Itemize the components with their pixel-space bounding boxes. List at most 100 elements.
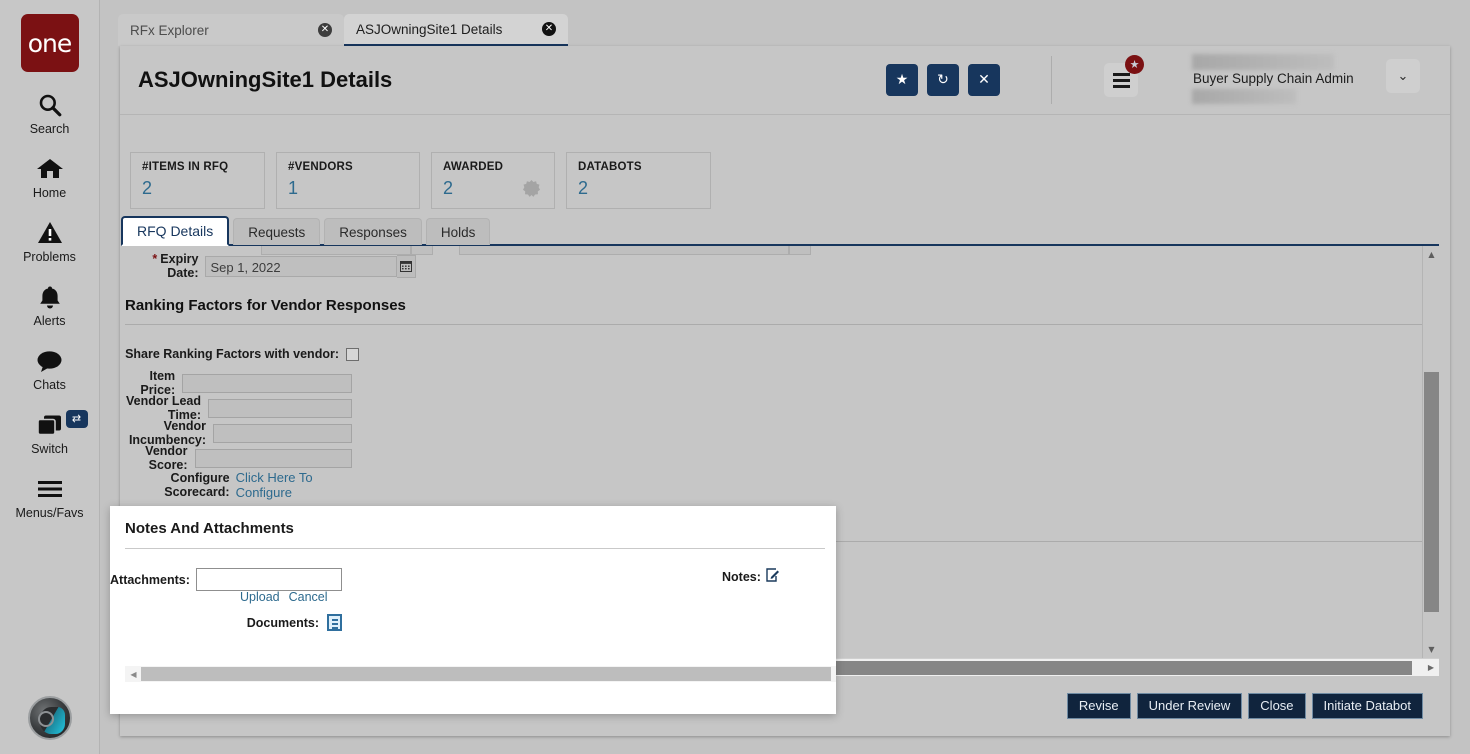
expiry-required-marker: * Expiry Date: xyxy=(152,252,199,280)
ai-head-avatar-icon[interactable] xyxy=(28,696,72,740)
tab-holds[interactable]: Holds xyxy=(425,218,491,245)
sidebar-item-label: Chats xyxy=(33,378,66,392)
global-sidebar: one Search Home Problems Alerts Chats ⇄ … xyxy=(0,0,100,754)
notes-row: Notes: xyxy=(722,568,780,586)
button-label: Revise xyxy=(1078,698,1119,713)
kpi-card-items-in-rfq[interactable]: #ITEMS IN RFQ 2 xyxy=(130,152,265,209)
star-badge-glyph: ★ xyxy=(1129,58,1140,71)
kpi-value: 2 xyxy=(142,178,153,198)
configure-scorecard-row: Configure Scorecard: Click Here To Confi… xyxy=(121,470,352,500)
close-rfq-button[interactable]: Close xyxy=(1248,692,1306,719)
kpi-label: #VENDORS xyxy=(288,161,353,173)
vendor-lead-time-row: Vendor Lead Time: xyxy=(121,394,352,422)
sidebar-item-menus-favs[interactable]: Menus/Favs xyxy=(0,474,100,520)
tab-responses[interactable]: Responses xyxy=(324,218,422,245)
sidebar-item-label: Problems xyxy=(23,250,76,264)
vendor-incumbency-row: Vendor Incumbency: xyxy=(121,419,352,447)
user-profile-box[interactable]: Buyer Supply Chain Admin ⌄ xyxy=(1186,54,1420,106)
content-tabs: RFQ Details Requests Responses Holds xyxy=(121,216,494,246)
documents-label: Documents: xyxy=(246,615,319,630)
clipped-field-top-2[interactable] xyxy=(459,246,789,255)
initiate-databot-button[interactable]: Initiate Databot xyxy=(1311,692,1423,719)
sidebar-item-switch[interactable]: ⇄ Switch xyxy=(0,410,100,456)
vendor-score-row: Vendor Score: xyxy=(121,444,352,472)
search-icon xyxy=(37,90,63,120)
brand-logo[interactable]: one xyxy=(20,14,79,72)
share-ranking-factors-label: Share Ranking Factors with vendor: xyxy=(125,347,339,361)
sidebar-item-problems[interactable]: Problems xyxy=(0,218,100,264)
close-circle-icon[interactable]: ✕ xyxy=(318,23,332,37)
configure-scorecard-link[interactable]: Click Here To Configure xyxy=(236,470,352,500)
vendor-score-input[interactable] xyxy=(194,448,352,468)
home-icon xyxy=(36,154,64,184)
redacted-bar xyxy=(1192,54,1334,70)
sidebar-item-home[interactable]: Home xyxy=(0,154,100,200)
user-menu-caret-button[interactable]: ⌄ xyxy=(1386,59,1420,93)
tab-label: Requests xyxy=(248,224,306,240)
browser-tab-rfx-explorer[interactable]: RFx Explorer ✕ xyxy=(118,14,344,46)
chat-bubble-icon xyxy=(36,346,63,376)
close-circle-icon[interactable]: ✕ xyxy=(542,22,556,36)
vertical-scrollbar[interactable]: ▲ ▼ xyxy=(1422,246,1439,658)
expiry-date-row: * Expiry Date: Sep 1, 2022 xyxy=(121,252,416,280)
kpi-value: 1 xyxy=(288,178,299,198)
notes-panel-title: Notes And Attachments xyxy=(125,520,294,537)
kpi-value: 2 xyxy=(578,178,589,198)
refresh-button[interactable]: ↻ xyxy=(927,64,959,96)
clipped-field-button-2[interactable] xyxy=(789,246,811,255)
chevron-down-icon: ⌄ xyxy=(1397,68,1409,84)
hamburger-line xyxy=(1112,72,1130,76)
notes-label: Notes: xyxy=(722,570,761,584)
revise-button[interactable]: Revise xyxy=(1066,692,1131,719)
kpi-card-databots[interactable]: DATABOTS 2 xyxy=(566,152,711,209)
scroll-right-arrow-icon[interactable]: ▶ xyxy=(1424,659,1438,676)
edit-pencil-icon[interactable] xyxy=(766,568,780,586)
tab-requests[interactable]: Requests xyxy=(233,218,321,245)
browser-tab-asjowningsite1-details[interactable]: ASJOwningSite1 Details ✕ xyxy=(344,14,568,47)
notes-and-attachments-panel: Notes And Attachments Attachments: Uploa… xyxy=(110,506,836,714)
favorite-button[interactable]: ★ xyxy=(886,64,918,96)
vendor-incumbency-input[interactable] xyxy=(213,423,352,443)
browser-tab-label: RFx Explorer xyxy=(130,22,209,38)
ai-head-ring xyxy=(38,711,54,727)
cancel-link[interactable]: Cancel xyxy=(289,590,328,604)
sidebar-item-search[interactable]: Search xyxy=(0,90,100,136)
app-root: one Search Home Problems Alerts Chats ⇄ … xyxy=(0,0,1470,754)
share-ranking-factors-checkbox[interactable] xyxy=(346,347,359,361)
calendar-icon[interactable] xyxy=(396,254,416,278)
item-price-input[interactable] xyxy=(182,373,352,393)
notes-panel-scrollbar-thumb[interactable] xyxy=(141,667,831,681)
close-x-icon: ✕ xyxy=(978,72,990,88)
header-divider xyxy=(1051,56,1052,104)
scroll-left-arrow-icon[interactable]: ◀ xyxy=(127,666,140,682)
vendor-incumbency-label: Vendor Incumbency: xyxy=(128,419,207,447)
close-button[interactable]: ✕ xyxy=(968,64,1000,96)
page-title: ASJOwningSite1 Details xyxy=(138,67,393,92)
vendor-lead-time-input[interactable] xyxy=(208,398,352,418)
sidebar-item-label: Switch xyxy=(31,442,68,456)
scroll-up-arrow-icon[interactable]: ▲ xyxy=(1423,246,1439,263)
vendor-score-label: Vendor Score: xyxy=(145,444,188,472)
expiry-date-input[interactable]: Sep 1, 2022 xyxy=(204,255,397,277)
document-file-icon[interactable] xyxy=(327,614,342,631)
kpi-card-awarded[interactable]: AWARDED 2 xyxy=(431,152,555,209)
vertical-scrollbar-thumb[interactable] xyxy=(1424,372,1439,612)
redacted-bar xyxy=(1192,89,1296,104)
attachments-input[interactable] xyxy=(195,568,342,591)
under-review-button[interactable]: Under Review xyxy=(1136,692,1243,719)
upload-link[interactable]: Upload xyxy=(240,590,280,604)
scroll-down-arrow-icon[interactable]: ▼ xyxy=(1423,641,1439,658)
sidebar-item-label: Search xyxy=(29,122,70,136)
browser-tab-label: ASJOwningSite1 Details xyxy=(356,21,503,37)
kpi-card-vendors[interactable]: #VENDORS 1 xyxy=(276,152,420,209)
sidebar-item-label: Menus/Favs xyxy=(15,506,84,520)
hamburger-icon xyxy=(36,474,64,504)
sidebar-item-chats[interactable]: Chats xyxy=(0,346,100,392)
sidebar-item-alerts[interactable]: Alerts xyxy=(0,282,100,328)
windows-stack-icon xyxy=(36,410,64,440)
swap-arrows-icon[interactable]: ⇄ xyxy=(65,410,88,428)
tab-strip: RFx Explorer ✕ ASJOwningSite1 Details ✕ xyxy=(100,0,1470,47)
notes-panel-horizontal-scrollbar[interactable]: ◀ xyxy=(125,666,836,682)
page-header: ASJOwningSite1 Details ★ ↻ ✕ ★ Buyer Sup… xyxy=(120,46,1450,115)
tab-rfq-details[interactable]: RFQ Details xyxy=(121,216,230,246)
